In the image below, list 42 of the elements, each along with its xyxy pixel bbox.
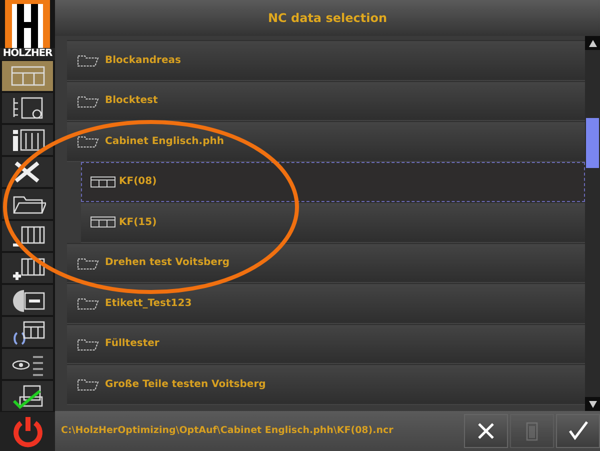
ok-button[interactable] (556, 414, 600, 448)
logo-drawing (5, 0, 50, 48)
tree-row[interactable]: Fülltester (67, 324, 585, 364)
tree-label: Fülltester (105, 337, 160, 352)
tree-label: Cabinet Englisch.phh (105, 134, 224, 149)
tree-row[interactable]: Blockandreas (67, 40, 585, 80)
power-button[interactable] (0, 412, 55, 451)
sidebar-button[interactable] (2, 157, 53, 187)
sidebar-button[interactable] (2, 93, 53, 123)
sidebar-button[interactable] (2, 189, 53, 219)
tree-label: Drehen test Voitsberg (105, 256, 230, 270)
window-title: NC data selection (55, 0, 600, 36)
tree-label: Blockandreas (105, 54, 181, 68)
sidebar-button[interactable] (2, 253, 53, 283)
scrollbar[interactable] (585, 36, 600, 411)
sidebar-button[interactable] (2, 285, 53, 315)
tree-label: Große Teile testen Voitsberg (105, 378, 266, 392)
tree-label: Etikett_Test123 (105, 296, 192, 311)
scroll-thumb[interactable] (586, 118, 599, 168)
file-path: C:\HolzHerOptimizing\OptAuf\Cabinet Englisch.phh\KF(08).ncr (61, 424, 394, 438)
tree-label: KF(08) (119, 175, 157, 190)
sidebar-button[interactable] (2, 221, 53, 251)
tree-label: KF(15) (119, 216, 157, 230)
cancel-button[interactable] (464, 414, 508, 448)
sidebar-button[interactable] (2, 381, 53, 411)
sidebar-button[interactable] (2, 317, 53, 347)
scroll-up-icon[interactable] (585, 36, 600, 50)
scroll-down-icon[interactable] (585, 397, 600, 411)
tree-row[interactable]: Cabinet Englisch.phh (67, 121, 585, 162)
tree-row[interactable]: Blocktest (67, 80, 585, 121)
grid-file-icon (90, 174, 116, 189)
tree-label: Blocktest (105, 94, 158, 108)
grid-file-icon (90, 215, 116, 230)
tree-row[interactable]: Drehen test Voitsberg (67, 242, 585, 283)
tree-row[interactable]: KF(15) (81, 202, 585, 242)
sidebar-button[interactable] (2, 349, 53, 379)
logo-text: HOLZHER (0, 48, 55, 60)
tree-row[interactable]: Etikett_Test123 (67, 283, 585, 324)
power-icon (10, 414, 44, 448)
tree-row[interactable]: Große Teile testen Voitsberg (67, 364, 585, 404)
tree-row[interactable]: KF(08) (81, 162, 585, 202)
sidebar-button[interactable] (2, 125, 53, 155)
